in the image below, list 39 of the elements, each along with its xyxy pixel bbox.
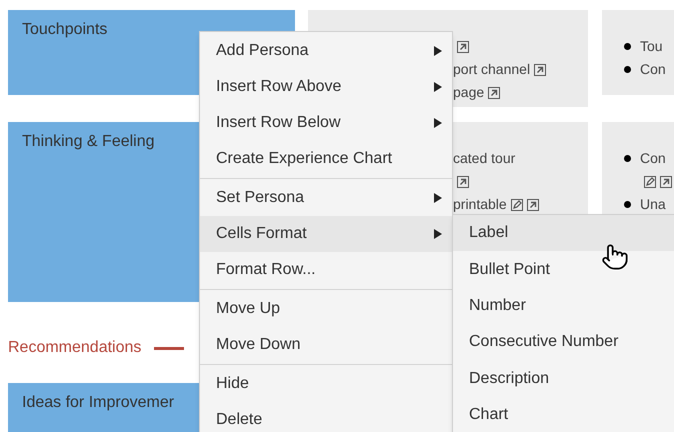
menu-item[interactable]: Set Persona: [200, 180, 452, 216]
section-title: Recommendations: [8, 338, 142, 358]
menu-item[interactable]: Delete: [200, 402, 452, 432]
edit-icon[interactable]: [510, 198, 523, 210]
menu-item[interactable]: Consecutive Number: [453, 324, 674, 361]
cell-text: cated tour: [453, 149, 516, 168]
menu-item[interactable]: Move Down: [200, 327, 452, 363]
external-link-icon[interactable]: [457, 40, 469, 52]
row-title: Thinking & Feeling: [22, 133, 155, 150]
edit-icon[interactable]: [644, 176, 656, 188]
menu-item[interactable]: Add Persona: [200, 33, 452, 69]
external-link-icon[interactable]: [526, 198, 539, 210]
cell-text: Con: [640, 149, 666, 168]
menu-item[interactable]: Cells Format: [200, 216, 452, 252]
cell-text: printable: [453, 195, 507, 214]
menu-item[interactable]: Move Up: [200, 291, 452, 327]
row-title: Ideas for Improvemer: [22, 394, 174, 411]
section-line: [154, 346, 184, 350]
row-title: Touchpoints: [22, 21, 108, 38]
menu-item[interactable]: Bullet Point: [453, 251, 674, 288]
menu-item[interactable]: Number: [453, 288, 674, 324]
menu-item[interactable]: Create Experience Chart: [200, 141, 452, 177]
cell-text: Una: [640, 195, 666, 214]
cell-text: Con: [640, 60, 666, 79]
hand-cursor-icon: [601, 243, 629, 271]
external-link-icon[interactable]: [660, 176, 672, 188]
external-link-icon[interactable]: [457, 176, 469, 188]
menu-item[interactable]: Label: [453, 215, 674, 252]
external-link-icon[interactable]: [534, 64, 546, 76]
menu-item[interactable]: Insert Row Below: [200, 105, 452, 141]
cell-text: Tou: [640, 37, 663, 56]
menu-item[interactable]: Chart: [453, 396, 674, 432]
menu-item[interactable]: Hide: [200, 366, 452, 402]
menu-item[interactable]: Insert Row Above: [200, 69, 452, 105]
menu-item[interactable]: Format Row...: [200, 252, 452, 288]
cell-text: port channel: [453, 60, 530, 79]
cell-text: page: [453, 83, 484, 102]
menu-item[interactable]: Description: [453, 360, 674, 397]
external-link-icon[interactable]: [488, 86, 500, 98]
